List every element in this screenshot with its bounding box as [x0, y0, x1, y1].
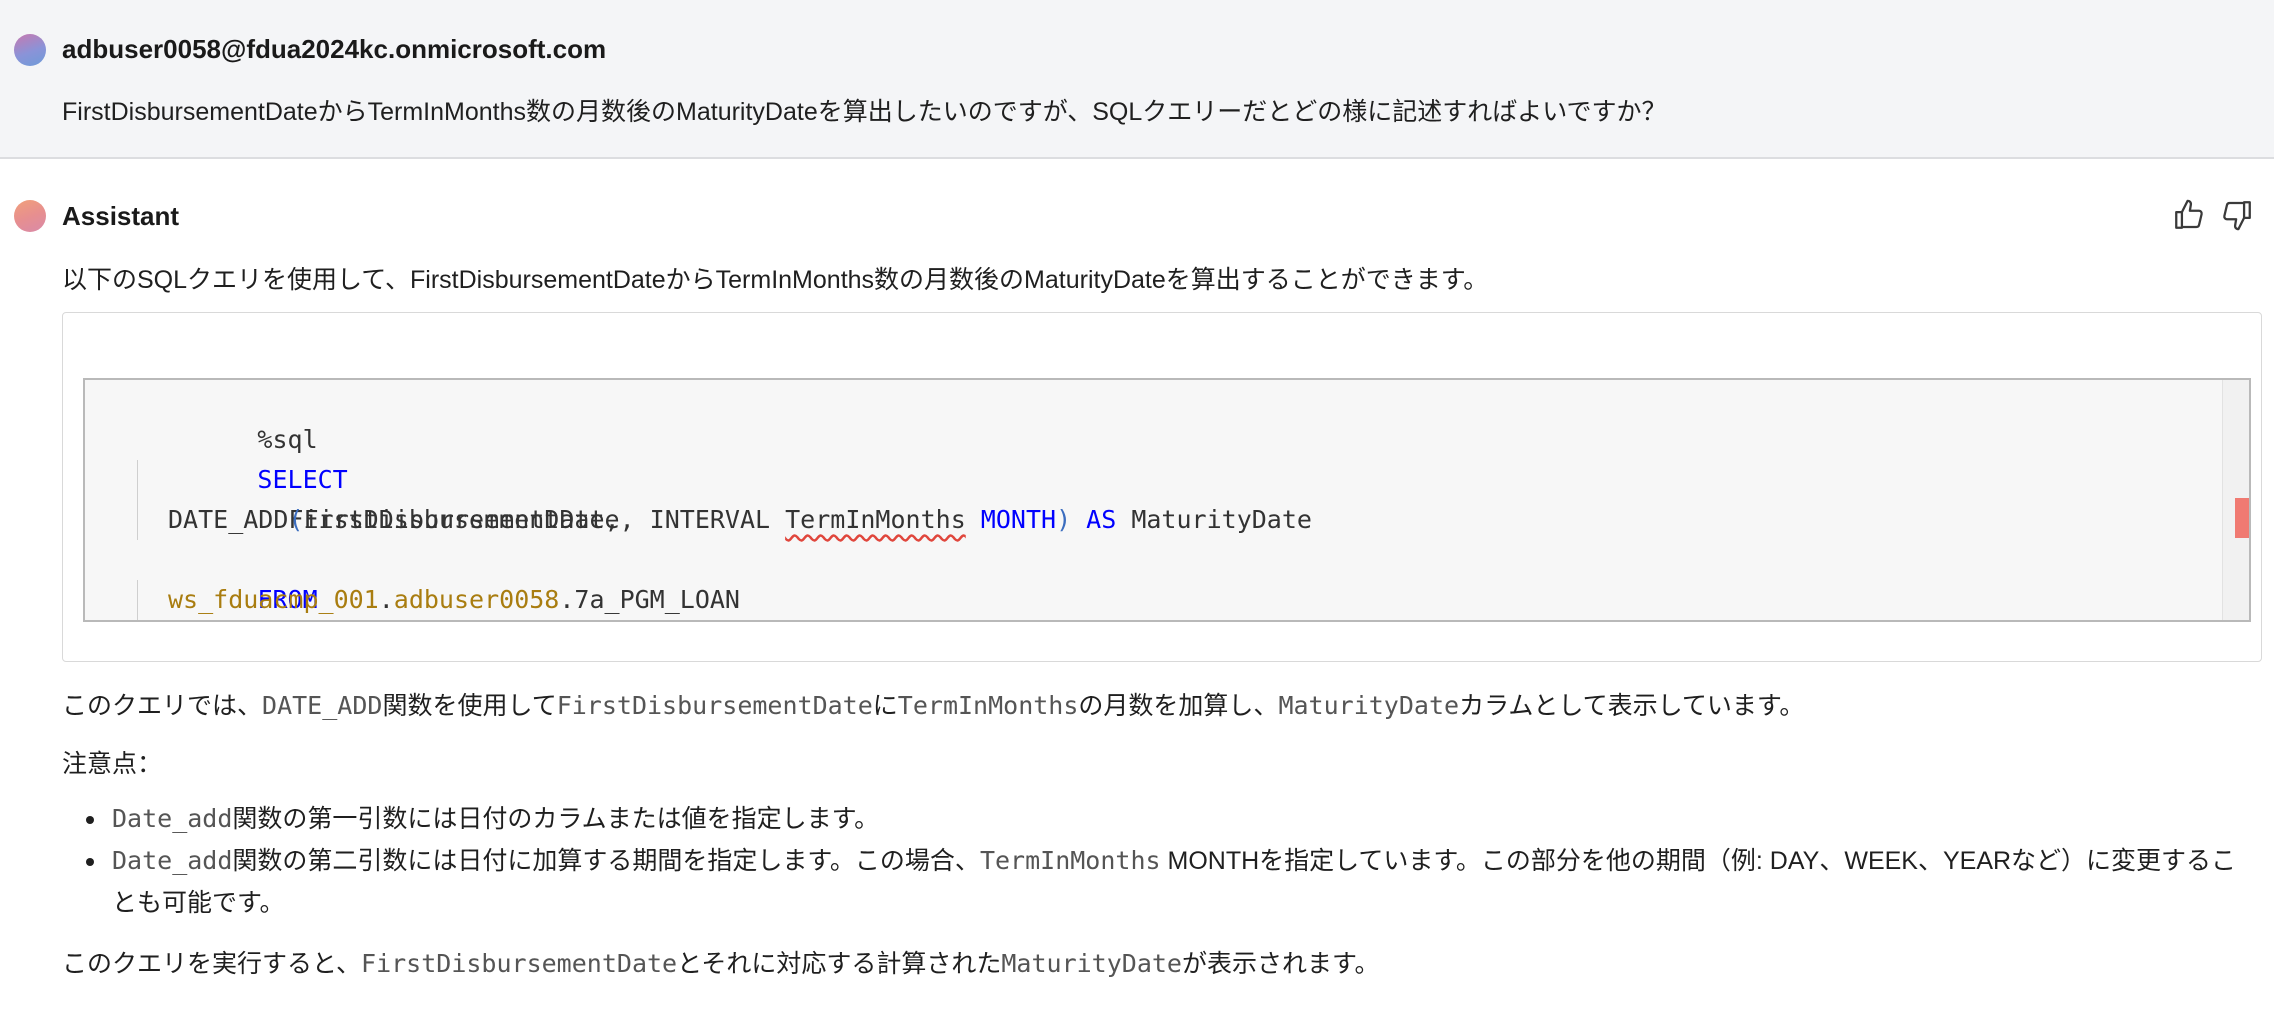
explanation-text: 関数を使用して — [382, 692, 557, 720]
paren-open: ( — [288, 505, 304, 534]
inline-code: DATE_ADD — [262, 691, 383, 720]
user-email: adbuser0058@fdua2024kc.onmicrosoft.com — [62, 34, 607, 64]
inline-code: MaturityDate — [1001, 949, 1182, 978]
list-item: Date_add関数の第一引数には日付のカラムまたは値を指定します。 — [62, 798, 2252, 840]
code-block: %sql SELECT FirstDisbursementDate, DATE_… — [62, 312, 2262, 662]
assistant-intro-text: 以下のSQLクエリを使用して、FirstDisbursementDateからTe… — [62, 266, 1489, 294]
function-date-add: DATE_ADD — [168, 505, 289, 534]
closing-text: とそれに対応する計算された — [677, 950, 1002, 978]
paren-close: ) — [1056, 505, 1072, 534]
explanation-text: このクエリでは、 — [62, 692, 263, 720]
code-line-1: %sql — [137, 380, 317, 454]
code-scrollbar[interactable] — [2222, 380, 2249, 620]
assistant-avatar — [14, 200, 46, 232]
dot-separator: . — [378, 585, 394, 614]
code-line-4: DATE_ADD(FirstDisbursementDate, INTERVAL… — [168, 500, 1312, 540]
date-add-args: FirstDisbursementDate, INTERVAL — [303, 505, 786, 534]
schema-name: adbuser0058 — [393, 585, 560, 614]
alias-maturity-date: MaturityDate — [1116, 505, 1312, 534]
thumbs-up-icon[interactable] — [2172, 198, 2206, 232]
bullet-text: 関数の第二引数には日付に加算する期間を指定します。この場合、 — [232, 847, 980, 875]
inline-code: MaturityDate — [1278, 691, 1460, 720]
closing-text: が表示されます。 — [1181, 950, 1380, 978]
catalog-name: ws_fduacmp_001 — [168, 585, 379, 614]
code-line-2: SELECT — [137, 420, 347, 494]
list-item: Date_add関数の第二引数には日付に加算する期間を指定します。この場合、Te… — [62, 840, 2252, 924]
code-line-5: FROM — [137, 540, 317, 614]
user-message-text: FirstDisbursementDateからTermInMonths数の月数後… — [62, 98, 1667, 126]
keyword-as: AS — [1071, 505, 1117, 534]
term-in-months-identifier: TermInMonths — [785, 505, 966, 534]
thumbs-down-icon[interactable] — [2220, 198, 2254, 232]
keyword-month: MONTH — [965, 505, 1057, 534]
inline-code: FirstDisbursementDate — [361, 949, 678, 978]
explanation-text: に — [872, 692, 898, 720]
assistant-name: Assistant — [62, 201, 180, 231]
user-message-block: adbuser0058@fdua2024kc.onmicrosoft.com F… — [0, 0, 2274, 159]
bullet-text: 関数の第一引数には日付のカラムまたは値を指定します。 — [232, 805, 880, 833]
inline-code: TermInMonths — [979, 846, 1161, 875]
notes-list: Date_add関数の第一引数には日付のカラムまたは値を指定します。 Date_… — [62, 798, 2252, 924]
explanation-text: カラムとして表示しています。 — [1459, 692, 1805, 720]
bullet-dot — [86, 816, 94, 824]
explanation-paragraph: このクエリでは、DATE_ADD関数を使用してFirstDisbursement… — [62, 686, 1804, 722]
inline-code: FirstDisbursementDate — [556, 691, 873, 720]
user-avatar — [14, 34, 46, 66]
closing-paragraph: このクエリを実行すると、FirstDisbursementDateとそれに対応す… — [62, 944, 1380, 980]
table-name: .7a_PGM_LOAN — [559, 585, 740, 614]
bullet-dot — [86, 858, 94, 866]
inline-code: TermInMonths — [897, 691, 1079, 720]
inline-code: Date_add — [112, 846, 233, 875]
code-editor[interactable]: %sql SELECT FirstDisbursementDate, DATE_… — [83, 378, 2251, 622]
inline-code: Date_add — [112, 804, 233, 833]
code-line-3: FirstDisbursementDate, — [168, 460, 619, 534]
explanation-text: の月数を加算し、 — [1078, 692, 1279, 720]
error-marker — [2235, 498, 2249, 538]
closing-text: このクエリを実行すると、 — [62, 950, 362, 978]
notes-label: 注意点： — [62, 750, 163, 778]
code-line-6: ws_fduacmp_001.adbuser0058.7a_PGM_LOAN — [168, 580, 740, 620]
